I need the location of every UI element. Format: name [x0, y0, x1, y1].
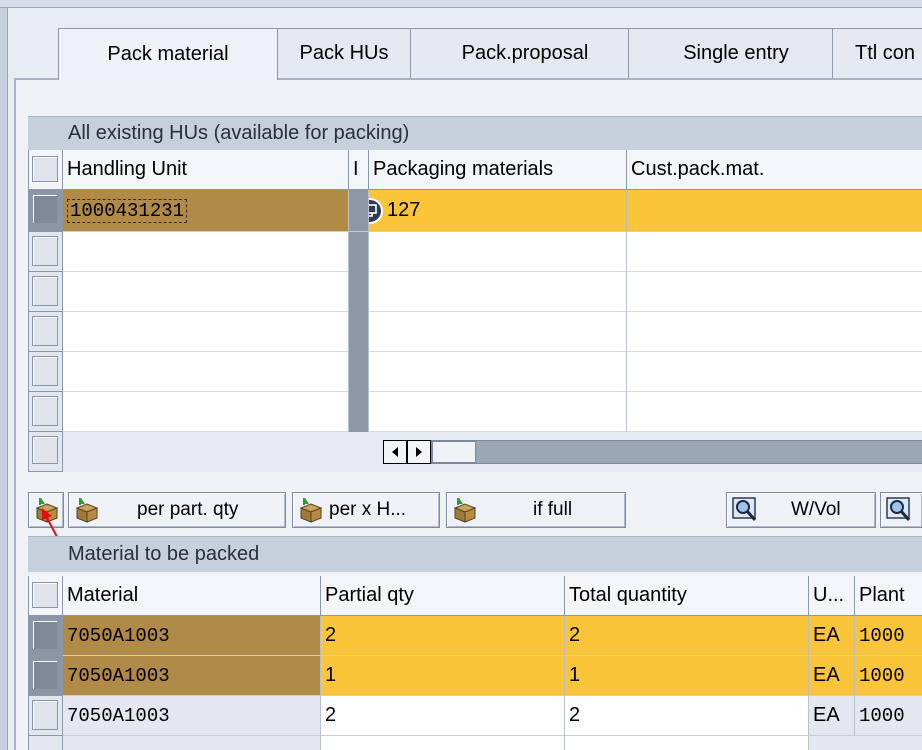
material-section-title: Material to be packed [28, 536, 922, 572]
material-cell-empty [321, 736, 565, 750]
magnifier-icon [886, 497, 911, 521]
material-col-material[interactable]: Material [63, 576, 321, 616]
weight-volume-button[interactable]: W/Vol [726, 492, 876, 528]
material-cell-total-quantity[interactable]: 1 [565, 656, 809, 696]
hu-scrollbar-thumb[interactable] [432, 441, 476, 463]
material-cell-empty [565, 736, 809, 750]
material-row-selector[interactable] [29, 696, 63, 736]
hu-row-selector[interactable] [29, 190, 63, 232]
material-col-unit[interactable]: U... [809, 576, 855, 616]
hu-select-all[interactable] [29, 150, 63, 190]
pack-per-part-qty-button[interactable]: per part. qty [68, 492, 286, 528]
pack-if-full-button[interactable]: if full [446, 492, 626, 528]
hu-row-selector[interactable] [29, 232, 63, 272]
material-cell-plant[interactable]: 1000 [855, 696, 922, 736]
hu-cell-packaging-materials[interactable]: 127 [369, 190, 627, 232]
hu-scrollbar-track[interactable] [431, 440, 922, 464]
hu-row-selector[interactable] [29, 352, 63, 392]
material-row-selector[interactable] [29, 736, 63, 750]
hu-col-packaging-materials[interactable]: Packaging materials [369, 150, 627, 190]
material-cell-unit[interactable]: EA [809, 616, 855, 656]
pack-per-x-hu-button[interactable]: per x H... [292, 492, 440, 528]
tab-total-content[interactable]: Ttl con [832, 28, 922, 78]
tab-single-entry[interactable]: Single entry [628, 28, 844, 78]
tab-strip: Pack material Pack HUs Pack.proposal Sin… [30, 28, 922, 80]
material-table: Material Partial qty Total quantity U...… [28, 576, 922, 750]
hu-cell-indicator [349, 190, 369, 232]
package-icon [299, 498, 323, 523]
material-cell-partial-qty[interactable]: 2 [321, 696, 565, 736]
find-button[interactable] [880, 492, 922, 528]
material-cell-plant[interactable]: 1000 [855, 616, 922, 656]
hu-col-handling-unit[interactable]: Handling Unit [63, 150, 349, 190]
hu-detail-icon[interactable] [369, 197, 383, 224]
hu-empty-cells-cust [627, 232, 922, 432]
material-cell-partial-qty[interactable]: 1 [321, 656, 565, 696]
material-cell-material[interactable]: 7050A1003 [63, 656, 321, 696]
scroll-left-button[interactable] [383, 440, 407, 464]
material-cell-total-quantity[interactable]: 2 [565, 696, 809, 736]
package-icon [75, 498, 99, 523]
hu-col-cust-pack-mat[interactable]: Cust.pack.mat. [627, 150, 922, 190]
material-col-plant[interactable]: Plant [855, 576, 922, 616]
material-row-selector[interactable] [29, 656, 63, 696]
material-cell-empty [809, 736, 922, 750]
material-cell-plant[interactable]: 1000 [855, 656, 922, 696]
material-cell-total-quantity[interactable]: 2 [565, 616, 809, 656]
magnifier-icon [732, 497, 757, 521]
package-icon [453, 498, 477, 523]
hu-empty-cells-handling-unit [63, 232, 349, 432]
hu-row-selector[interactable] [29, 392, 63, 432]
material-select-all[interactable] [29, 576, 63, 616]
material-col-total-quantity[interactable]: Total quantity [565, 576, 809, 616]
material-cell-unit[interactable]: EA [809, 696, 855, 736]
material-row-selector[interactable] [29, 616, 63, 656]
hu-row-selector[interactable] [29, 312, 63, 352]
window-left-edge [0, 8, 8, 750]
hu-col-indicator[interactable]: I [349, 150, 369, 190]
hu-empty-cells-packaging [369, 232, 627, 432]
material-cell-empty [63, 736, 321, 750]
hu-row-selector[interactable] [29, 272, 63, 312]
material-cell-material[interactable]: 7050A1003 [63, 616, 321, 656]
hu-cell-cust-pack-mat[interactable] [627, 190, 922, 232]
tab-pack-proposal[interactable]: Pack.proposal [410, 28, 640, 78]
scroll-right-button[interactable] [407, 440, 431, 464]
tab-pack-material[interactable]: Pack material [58, 28, 278, 80]
material-col-partial-qty[interactable]: Partial qty [321, 576, 565, 616]
hu-row-selector[interactable] [29, 432, 63, 472]
window-top-edge [0, 0, 922, 8]
hu-empty-cells-indicator [349, 232, 369, 432]
material-cell-material[interactable]: 7050A1003 [63, 696, 321, 736]
hu-cell-handling-unit[interactable]: 1000431231 [63, 190, 349, 232]
hu-scroll-area [63, 432, 922, 472]
material-cell-unit[interactable]: EA [809, 656, 855, 696]
material-cell-partial-qty[interactable]: 2 [321, 616, 565, 656]
hu-table: Handling Unit I Packaging materials Cust… [28, 150, 922, 472]
hu-section-title: All existing HUs (available for packing) [28, 116, 922, 150]
tab-pack-hus[interactable]: Pack HUs [266, 28, 422, 78]
